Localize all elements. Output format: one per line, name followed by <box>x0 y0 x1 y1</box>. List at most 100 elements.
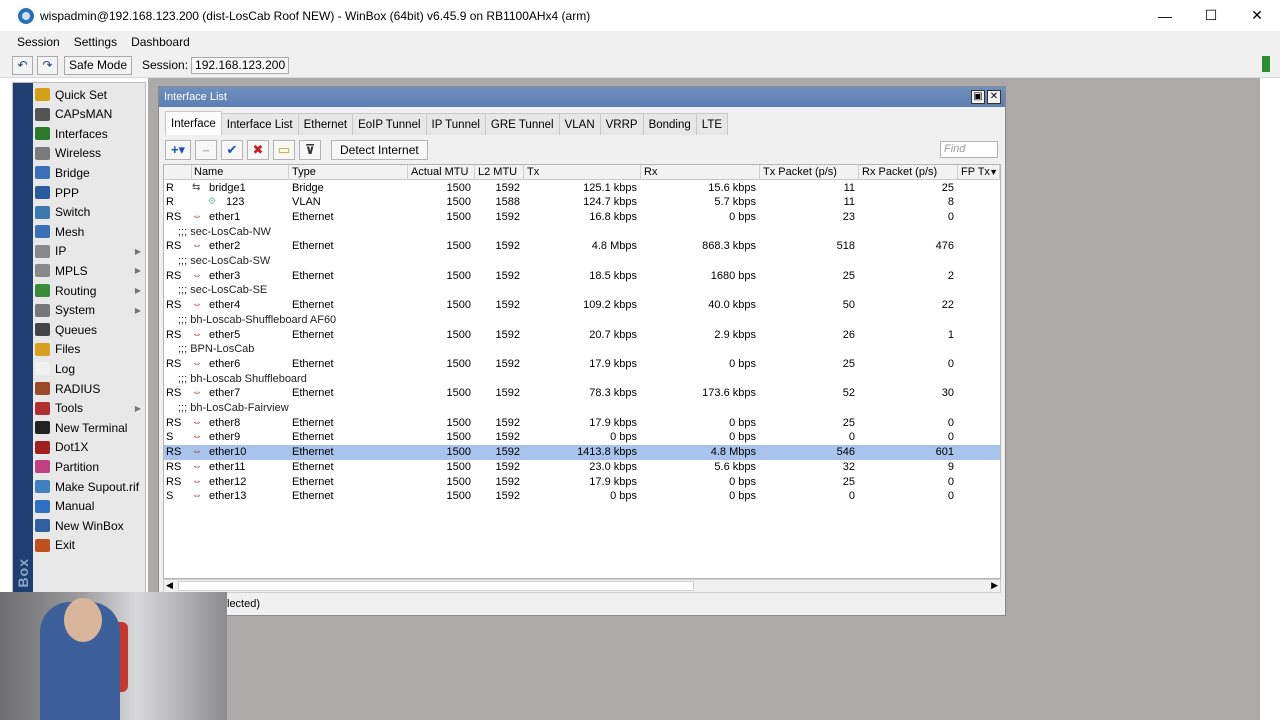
column-header-rx[interactable]: Rx <box>642 165 760 180</box>
undo-button[interactable]: ↶ <box>12 55 33 75</box>
comment-row[interactable]: ;;; sec-LosCab-NW <box>164 225 1000 240</box>
tab-vrrp[interactable]: VRRP <box>599 113 644 135</box>
table-row[interactable]: RS ⇔ ether7 Ethernet 1500 1592 78.3 kbps 173.6 … <box>164 386 1000 401</box>
sidebar-item-make-supout-rif[interactable]: Make Supout.rif <box>35 477 145 496</box>
sidebar-item-quick-set[interactable]: Quick Set <box>35 85 145 104</box>
comment-row[interactable]: ;;; sec-LosCab-SW <box>164 254 1000 269</box>
column-header-flags[interactable] <box>164 165 192 180</box>
safe-mode-button[interactable]: Safe Mode <box>64 55 132 75</box>
column-header-type[interactable]: Type <box>290 165 408 180</box>
sidebar-item-ppp[interactable]: PPP <box>35 183 145 202</box>
cell-type: Ethernet <box>292 446 334 459</box>
column-header-l2-mtu[interactable]: L2 MTU <box>476 165 524 180</box>
remove-button[interactable]: − <box>195 140 217 160</box>
find-input[interactable]: Find <box>940 141 998 158</box>
table-row[interactable]: RS ⇔ ether8 Ethernet 1500 1592 17.9 kbps 0 bps 2… <box>164 416 1000 431</box>
submenu-arrow-icon: ▶ <box>134 305 141 315</box>
sidebar-item-mesh[interactable]: Mesh <box>35 222 145 241</box>
window-close-button[interactable]: ✕ <box>987 90 1001 104</box>
enable-button[interactable]: ✔ <box>221 140 243 160</box>
column-header-tx[interactable]: Tx <box>525 165 641 180</box>
horizontal-scrollbar[interactable]: ◀ ▶ <box>163 579 1001 593</box>
table-row[interactable]: S ⇔ ether13 Ethernet 1500 1592 0 bps 0 bps 0 0 <box>164 489 1000 504</box>
cell-type: Ethernet <box>292 460 334 473</box>
tab-gre-tunnel[interactable]: GRE Tunnel <box>484 113 560 135</box>
cell-l2mtu: 1592 <box>495 357 520 370</box>
table-row[interactable]: R ⇆ bridge1 Bridge 1500 1592 125.1 kbps 15.6 kb… <box>164 181 1000 196</box>
minimize-button[interactable]: — <box>1142 0 1188 31</box>
sidebar-item-exit[interactable]: Exit <box>35 536 145 555</box>
tab-interface[interactable]: Interface <box>165 111 222 135</box>
sidebar-item-new-winbox[interactable]: New WinBox <box>35 516 145 535</box>
sidebar-item-wireless[interactable]: Wireless <box>35 144 145 163</box>
detect-internet-button[interactable]: Detect Internet <box>331 140 428 160</box>
sidebar-item-mpls[interactable]: MPLS ▶ <box>35 261 145 280</box>
sidebar-item-system[interactable]: System ▶ <box>35 301 145 320</box>
row-comment: ;;; bh-LosCab-Fairview <box>178 402 289 414</box>
column-header-name[interactable]: Name <box>192 165 289 180</box>
row-flags: RS <box>166 475 182 488</box>
table-row[interactable]: S ⇔ ether9 Ethernet 1500 1592 0 bps 0 bps 0 0 <box>164 430 1000 445</box>
table-row[interactable]: RS ⇔ ether11 Ethernet 1500 1592 23.0 kbps 5.6 k… <box>164 460 1000 475</box>
table-row[interactable]: RS ⇔ ether4 Ethernet 1500 1592 109.2 kbps 40.0 … <box>164 298 1000 313</box>
table-row[interactable]: RS ⇔ ether12 Ethernet 1500 1592 17.9 kbps 0 bps… <box>164 475 1000 490</box>
disable-button[interactable]: ✖ <box>247 140 269 160</box>
scrollbar-thumb[interactable] <box>178 581 694 591</box>
columns-dropdown-icon[interactable]: ▼ <box>989 165 998 180</box>
comment-row[interactable]: ;;; bh-Loscab-Shuffleboard AF60 <box>164 313 1000 328</box>
table-row[interactable]: RS ⇔ ether5 Ethernet 1500 1592 20.7 kbps 2.9 kb… <box>164 328 1000 343</box>
sidebar-item-files[interactable]: Files <box>35 340 145 359</box>
close-button[interactable]: ✕ <box>1234 0 1280 31</box>
comment-row[interactable]: ;;; bh-Loscab Shuffleboard <box>164 372 1000 387</box>
sidebar-item-ip[interactable]: IP ▶ <box>35 242 145 261</box>
maximize-button[interactable]: ☐ <box>1188 0 1234 31</box>
redo-button[interactable]: ↷ <box>37 55 58 75</box>
tab-lte[interactable]: LTE <box>695 113 729 135</box>
sidebar-item-manual[interactable]: Manual <box>35 497 145 516</box>
tab-ethernet[interactable]: Ethernet <box>297 113 354 135</box>
menu-dashboard[interactable]: Dashboard <box>131 35 190 49</box>
sidebar-item-interfaces[interactable]: Interfaces <box>35 124 145 143</box>
sidebar-item-tools[interactable]: Tools ▶ <box>35 399 145 418</box>
table-row[interactable]: RS ⇔ ether6 Ethernet 1500 1592 17.9 kbps 0 bps 2… <box>164 357 1000 372</box>
add-button[interactable]: +▾ <box>165 140 191 160</box>
column-header-actual-mtu[interactable]: Actual MTU <box>409 165 475 180</box>
tab-interface-list[interactable]: Interface List <box>220 113 299 135</box>
sidebar-item-switch[interactable]: Switch <box>35 203 145 222</box>
sidebar-item-partition[interactable]: Partition <box>35 457 145 476</box>
table-row[interactable]: R ⟐ 123 VLAN 1500 1588 124.7 kbps 5.7 kbps 11 8 <box>164 195 1000 210</box>
radius-icon <box>35 382 50 395</box>
sidebar-item-routing[interactable]: Routing ▶ <box>35 281 145 300</box>
sidebar-item-queues[interactable]: Queues <box>35 320 145 339</box>
cell-mtu: 1500 <box>446 210 471 223</box>
tab-ip-tunnel[interactable]: IP Tunnel <box>425 113 486 135</box>
comment-button[interactable]: ▭ <box>273 140 295 160</box>
tab-eoip-tunnel[interactable]: EoIP Tunnel <box>352 113 427 135</box>
scroll-right-icon[interactable]: ▶ <box>991 580 998 591</box>
system-icon <box>35 303 50 317</box>
comment-row[interactable]: ;;; sec-LosCab-SE <box>164 283 1000 298</box>
menu-settings[interactable]: Settings <box>74 35 117 49</box>
column-header-rx-packet-p-s-[interactable]: Rx Packet (p/s) <box>860 165 958 180</box>
table-row[interactable]: RS ⇔ ether3 Ethernet 1500 1592 18.5 kbps 1680 b… <box>164 269 1000 284</box>
table-row[interactable]: RS ⇔ ether2 Ethernet 1500 1592 4.8 Mbps 868.3 k… <box>164 239 1000 254</box>
menu-session[interactable]: Session <box>17 35 60 49</box>
comment-row[interactable]: ;;; BPN-LosCab <box>164 342 1000 357</box>
sidebar-item-capsman[interactable]: CAPsMAN <box>35 105 145 124</box>
table-row[interactable]: RS ⇔ ether1 Ethernet 1500 1592 16.8 kbps 0 bps 2… <box>164 210 1000 225</box>
scroll-left-icon[interactable]: ◀ <box>166 580 173 591</box>
filter-button[interactable]: ⊽ <box>299 140 321 160</box>
sidebar-item-radius[interactable]: RADIUS <box>35 379 145 398</box>
sidebar-item-new-terminal[interactable]: New Terminal <box>35 418 145 437</box>
comment-row[interactable]: ;;; bh-LosCab-Fairview <box>164 401 1000 416</box>
window-restore-button[interactable]: ▣ <box>971 90 985 104</box>
tab-bonding[interactable]: Bonding <box>642 113 697 135</box>
tab-vlan[interactable]: VLAN <box>558 113 601 135</box>
sidebar-item-bridge[interactable]: Bridge <box>35 163 145 182</box>
sidebar-item-log[interactable]: Log <box>35 359 145 378</box>
sidebar-item-dot1x[interactable]: Dot1X <box>35 438 145 457</box>
interface-list-titlebar[interactable]: Interface List ▣ ✕ <box>159 87 1005 107</box>
column-header-tx-packet-p-s-[interactable]: Tx Packet (p/s) <box>761 165 859 180</box>
table-row[interactable]: RS ⇔ ether10 Ethernet 1500 1592 1413.8 kbps 4.8… <box>164 445 1000 460</box>
session-address-field[interactable]: 192.168.123.200 <box>191 56 290 74</box>
